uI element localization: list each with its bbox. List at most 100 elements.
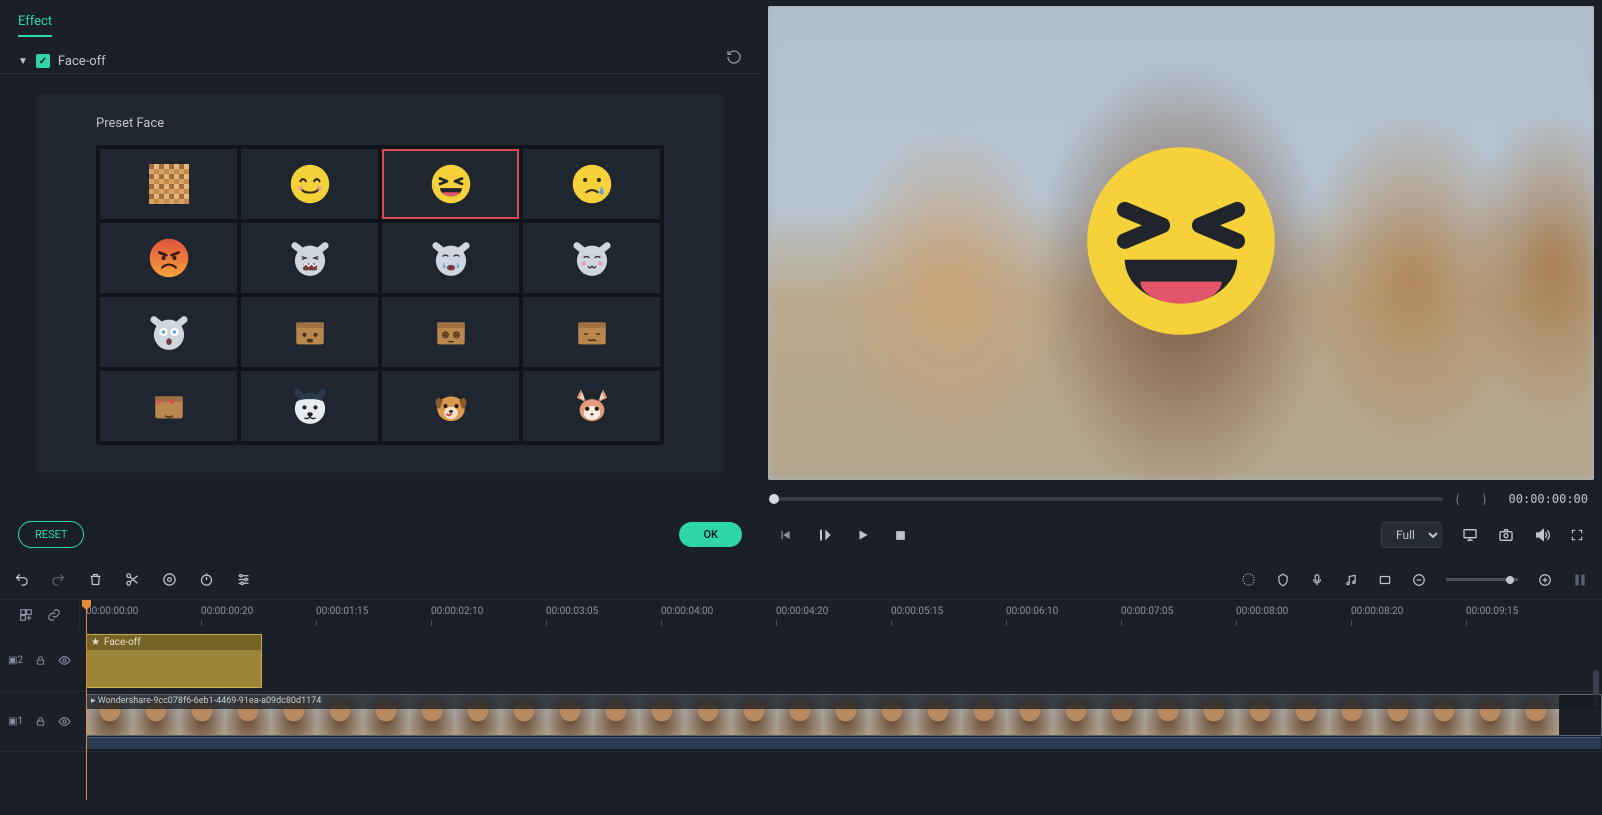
visibility-icon[interactable] [58,654,71,667]
stop-icon[interactable] [894,529,907,542]
ruler-tick: 00:00:04:00 [661,606,713,617]
lock-icon[interactable] [35,655,46,666]
laughing-emoji-icon [1081,141,1281,341]
mark-braces[interactable]: { } [1455,492,1496,506]
zoom-fit-icon[interactable] [1572,572,1588,588]
track-label-fx: ▣2 [8,655,23,666]
revert-icon[interactable] [726,49,742,73]
ruler-tick: 00:00:07:05 [1121,606,1173,617]
preset-box-surprised[interactable] [241,297,378,367]
ruler-tick: 00:00:05:15 [891,606,943,617]
preset-face-card: Preset Face [36,94,724,473]
play-pause-icon[interactable] [816,527,832,543]
clip-play-icon: ▸ [91,696,98,706]
preset-puppy[interactable] [382,371,519,441]
ok-button[interactable]: OK [679,522,742,547]
section-faceoff-header[interactable]: ▼ ✓ Face-off [0,37,760,74]
chevron-down-icon: ▼ [18,56,28,67]
ruler-tick: 00:00:01:15 [316,606,368,617]
zoom-knob[interactable] [1506,576,1514,584]
adjust-icon[interactable] [236,572,251,587]
box-uneasy-icon [570,310,614,354]
ruler-tick: 00:00:00:20 [201,606,253,617]
delete-icon[interactable] [88,572,103,587]
preset-laughing[interactable] [382,149,519,219]
display-icon[interactable] [1462,527,1478,543]
preset-crying[interactable] [523,149,660,219]
zoom-in-icon[interactable] [1538,573,1552,587]
preset-cat-tears[interactable] [382,223,519,293]
snapshot-icon[interactable] [1498,527,1514,543]
cat-smile-icon [570,236,614,280]
ruler-tick: 00:00:00:00 [86,606,138,617]
clip-audio-strip[interactable] [87,737,1601,749]
timeline-panel: 00:00:00:00 00:00:00:20 00:00:01:15 00:00:0… [0,560,1602,815]
track-label-video: ▣1 [8,716,23,727]
voiceover-icon[interactable] [1310,573,1324,587]
crop-view-icon[interactable] [1378,573,1392,587]
fullscreen-icon[interactable] [1570,528,1584,542]
crying-emoji-icon [570,162,614,206]
preset-cat-smile[interactable] [523,223,660,293]
step-back-icon[interactable] [778,528,792,542]
husky-icon [288,384,332,428]
box-dazed-icon [429,310,473,354]
preview-quality-select[interactable]: Full [1381,522,1442,548]
play-icon[interactable] [856,528,870,542]
crop-icon[interactable] [162,572,177,587]
undo-icon[interactable] [14,572,29,587]
split-icon[interactable] [125,572,140,587]
box-surprised-icon [288,310,332,354]
preset-box-love[interactable] [100,371,237,441]
marker-icon[interactable] [1276,573,1290,587]
cat-roar-icon [288,236,332,280]
audio-mixer-icon[interactable] [1344,573,1358,587]
reset-button[interactable]: RESET [18,521,84,548]
preset-face-label: Preset Face [96,116,664,131]
ruler-tick: 00:00:08:00 [1236,606,1288,617]
cat-tears-icon [429,236,473,280]
faceoff-checkbox[interactable]: ✓ [36,54,50,68]
ruler-tick: 00:00:08:20 [1351,606,1403,617]
video-preview[interactable] [768,6,1594,480]
preset-husky[interactable] [241,371,378,441]
ruler-tick: 00:00:06:10 [1006,606,1058,617]
preset-angry[interactable] [100,223,237,293]
playhead[interactable] [86,600,87,800]
preset-mosaic[interactable] [100,149,237,219]
timeline-ruler[interactable]: 00:00:00:00 00:00:00:20 00:00:01:15 00:00:0… [80,600,1602,630]
preset-cat-roar[interactable] [241,223,378,293]
clip-faceoff[interactable]: ★Face-off [86,634,262,688]
render-icon[interactable] [1241,572,1256,587]
zoom-out-icon[interactable] [1412,573,1426,587]
ruler-tick: 00:00:02:10 [431,606,483,617]
volume-icon[interactable] [1534,527,1550,543]
effect-panel: Effect ▼ ✓ Face-off Preset Face [0,0,760,560]
preset-smile[interactable] [241,149,378,219]
clip-video[interactable]: ▸ Wondershare-9cc078f6-6eb1-4469-91ea-a0… [86,694,1602,736]
ruler-tick: 00:00:03:05 [546,606,598,617]
add-track-icon[interactable] [19,608,33,622]
preset-box-dazed[interactable] [382,297,519,367]
smile-emoji-icon [288,162,332,206]
speed-icon[interactable] [199,572,214,587]
lock-icon[interactable] [35,716,46,727]
ruler-tick: 00:00:09:15 [1466,606,1518,617]
angry-emoji-icon [147,236,191,280]
preset-grid [96,145,664,445]
visibility-icon[interactable] [58,715,71,728]
preset-cat-shocked[interactable] [100,297,237,367]
seek-bar[interactable] [774,497,1443,501]
link-icon[interactable] [47,608,61,622]
tab-effect[interactable]: Effect [18,14,52,37]
preset-box-uneasy[interactable] [523,297,660,367]
redo-icon[interactable] [51,572,66,587]
seek-knob[interactable] [769,494,779,504]
timeline-toolbar [0,560,1602,600]
clip-faceoff-label: Face-off [104,637,141,648]
laughing-emoji-icon [429,162,473,206]
fennec-icon [570,384,614,428]
zoom-slider[interactable] [1446,578,1518,581]
preset-fennec[interactable] [523,371,660,441]
puppy-icon [429,384,473,428]
